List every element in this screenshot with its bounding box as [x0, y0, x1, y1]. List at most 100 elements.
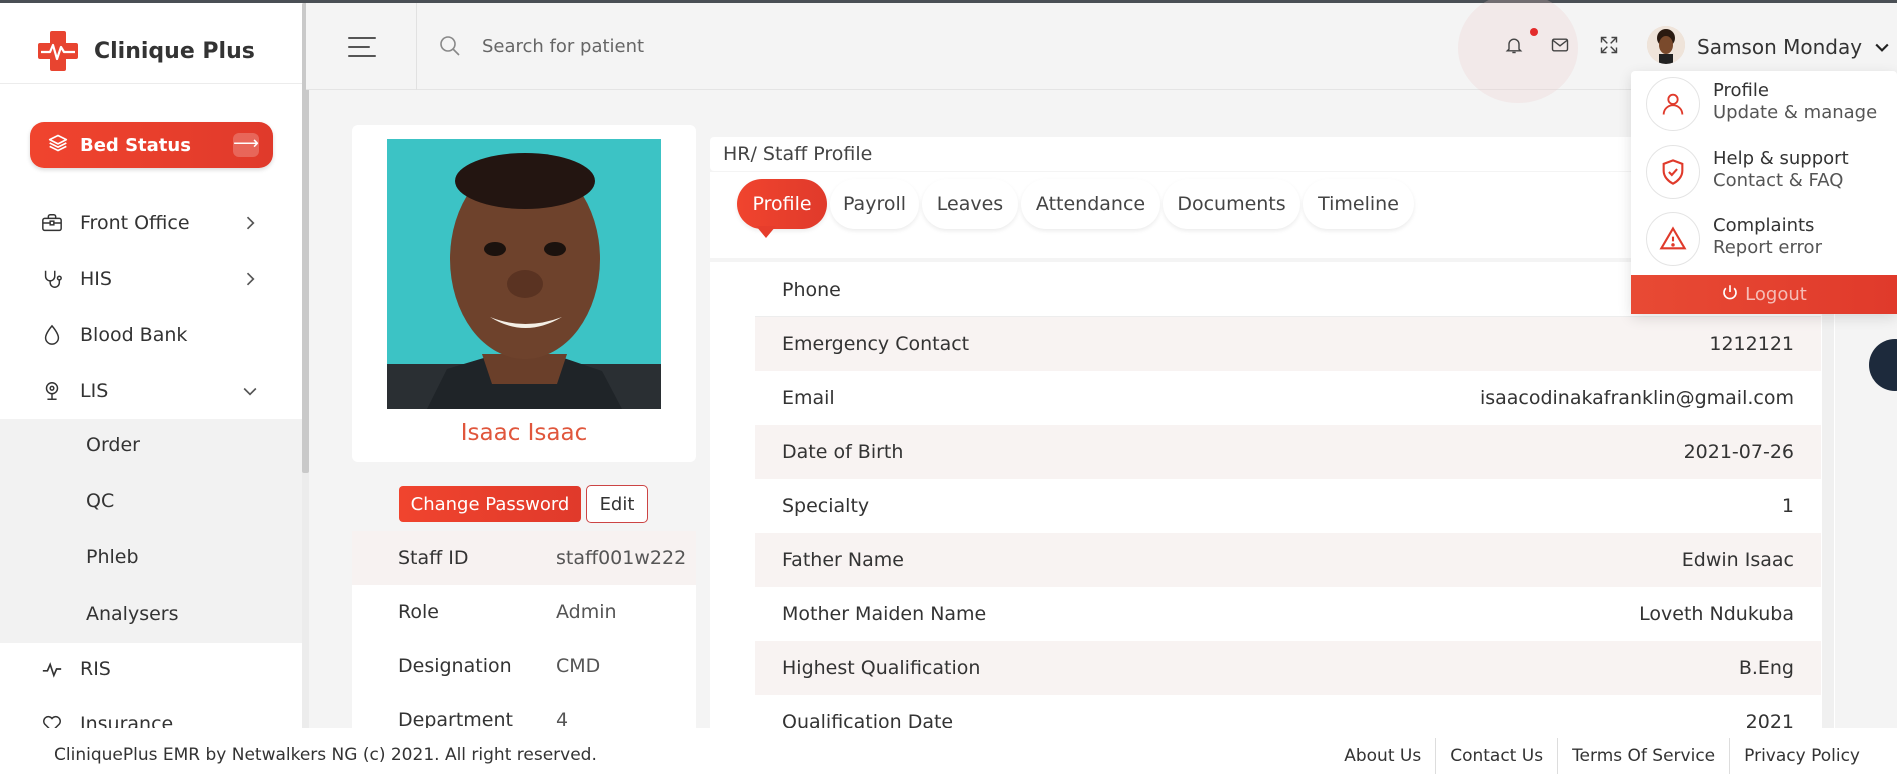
briefcase-icon [40, 211, 64, 235]
tab-attendance[interactable]: Attendance [1021, 179, 1160, 229]
sidebar-subitem-qc[interactable]: QC [86, 490, 114, 512]
detail-label: Mother Maiden Name [782, 603, 987, 625]
tab-timeline[interactable]: Timeline [1303, 179, 1414, 229]
detail-row-specialty: Specialty 1 [755, 479, 1821, 533]
settings-fab[interactable] [1869, 339, 1897, 391]
tab-profile[interactable]: Profile [737, 179, 827, 229]
footer-link-privacy[interactable]: Privacy Policy [1729, 738, 1874, 774]
chevron-right-icon [240, 269, 260, 289]
info-label: Role [398, 601, 439, 623]
sidebar-item-label: RIS [80, 658, 111, 680]
user-icon [1646, 77, 1700, 131]
sidebar-item-label: HIS [80, 268, 112, 290]
fullscreen-icon[interactable] [1597, 33, 1621, 57]
tab-documents[interactable]: Documents [1163, 179, 1300, 229]
sidebar-item-insurance[interactable]: Insurance [0, 700, 302, 728]
sidebar-item-his[interactable]: HIS [0, 255, 302, 303]
stethoscope-icon [40, 267, 64, 291]
logo-cross-icon [36, 29, 80, 73]
sidebar-item-label: LIS [80, 380, 109, 402]
app-logo[interactable]: Clinique Plus [36, 29, 255, 73]
bed-status-button[interactable]: Bed Status ⟶ [30, 122, 273, 168]
warning-icon [1646, 212, 1700, 266]
droplet-icon [40, 323, 64, 347]
info-label: Staff ID [398, 547, 469, 569]
arrow-right-icon: ⟶ [233, 133, 259, 157]
sidebar-item-front-office[interactable]: Front Office [0, 199, 302, 247]
footer-links: About Us Contact Us Terms Of Service Pri… [1330, 738, 1874, 774]
user-name[interactable]: Samson Monday [1697, 35, 1862, 59]
edit-button[interactable]: Edit [586, 485, 648, 523]
sidebar-item-ris[interactable]: RIS [0, 645, 302, 693]
footer-link-contact[interactable]: Contact Us [1435, 738, 1557, 774]
detail-label: Emergency Contact [782, 333, 970, 355]
chevron-right-icon [240, 213, 260, 233]
detail-row-emergency-contact: Emergency Contact 1212121 [755, 317, 1821, 371]
detail-label: Specialty [782, 495, 870, 517]
sidebar-item-blood-bank[interactable]: Blood Bank [0, 311, 302, 359]
info-value: Admin [556, 601, 617, 623]
sidebar-item-label: Insurance [80, 713, 174, 728]
detail-label: Email [782, 387, 835, 409]
menu-item-help-support[interactable]: Help & support Contact & FAQ [1631, 140, 1897, 204]
hamburger-menu-icon[interactable] [348, 37, 376, 57]
detail-label: Phone [782, 279, 841, 301]
user-avatar[interactable] [1647, 26, 1685, 64]
header-divider [416, 3, 417, 90]
detail-value: 2021-07-26 [1683, 441, 1794, 463]
logout-button[interactable]: Logout [1631, 275, 1897, 314]
sidebar-item-label: Blood Bank [80, 324, 188, 346]
details-scrollbar[interactable] [1822, 262, 1834, 728]
menu-item-subtitle: Contact & FAQ [1713, 170, 1844, 191]
menu-item-title: Complaints [1713, 215, 1815, 236]
change-password-button[interactable]: Change Password [399, 486, 581, 522]
sidebar: Clinique Plus Bed Status ⟶ Front Office … [0, 3, 306, 728]
detail-row-highest-qualification: Highest Qualification B.Eng [755, 641, 1821, 695]
tab-leaves[interactable]: Leaves [922, 179, 1018, 229]
chevron-down-icon[interactable] [1872, 37, 1892, 61]
detail-row-email: Email isaacodinakafranklin@gmail.com [755, 371, 1821, 425]
microscope-icon [40, 379, 64, 403]
menu-item-subtitle: Report error [1713, 237, 1822, 258]
menu-item-title: Help & support [1713, 148, 1849, 169]
detail-value: B.Eng [1738, 657, 1794, 679]
detail-row-dob: Date of Birth 2021-07-26 [755, 425, 1821, 479]
bed-status-label: Bed Status [80, 134, 191, 156]
info-row-staff-id: Staff ID staff001w222 [352, 531, 696, 585]
sidebar-item-label: Front Office [80, 212, 190, 234]
detail-value: isaacodinakafranklin@gmail.com [1479, 387, 1794, 409]
notification-dot [1530, 28, 1538, 36]
bell-icon[interactable] [1502, 33, 1526, 57]
sidebar-item-lis[interactable]: LIS [0, 367, 302, 415]
detail-value: 1212121 [1709, 333, 1794, 355]
staff-name: Isaac Isaac [460, 420, 588, 446]
sidebar-subitem-phleb[interactable]: Phleb [86, 546, 139, 568]
footer-link-about[interactable]: About Us [1330, 738, 1435, 774]
detail-row-father-name: Father Name Edwin Isaac [755, 533, 1821, 587]
logo-divider [0, 83, 302, 84]
menu-item-title: Profile [1713, 80, 1769, 101]
info-label: Designation [398, 655, 512, 677]
menu-item-complaints[interactable]: Complaints Report error [1631, 207, 1897, 271]
detail-label: Date of Birth [782, 441, 904, 463]
info-row-designation: Designation CMD [352, 639, 696, 693]
staff-photo [387, 139, 661, 409]
detail-row-mother-maiden-name: Mother Maiden Name Loveth Ndukuba [755, 587, 1821, 641]
detail-label: Father Name [782, 549, 904, 571]
detail-value: Edwin Isaac [1681, 549, 1794, 571]
footer-link-terms[interactable]: Terms Of Service [1557, 738, 1729, 774]
info-value: staff001w222 [556, 547, 687, 569]
info-row-role: Role Admin [352, 585, 696, 639]
menu-item-profile[interactable]: Profile Update & manage [1631, 72, 1897, 136]
heart-icon [40, 712, 64, 728]
mail-icon[interactable] [1548, 33, 1572, 57]
chevron-down-icon [240, 381, 260, 401]
detail-label: Highest Qualification [782, 657, 981, 679]
tab-payroll[interactable]: Payroll [830, 179, 919, 229]
search-input[interactable] [482, 29, 882, 63]
search-icon [438, 34, 462, 62]
activity-icon [40, 657, 64, 681]
sidebar-subitem-order[interactable]: Order [86, 434, 140, 456]
layers-icon [48, 133, 68, 157]
sidebar-subitem-analysers[interactable]: Analysers [86, 603, 179, 625]
